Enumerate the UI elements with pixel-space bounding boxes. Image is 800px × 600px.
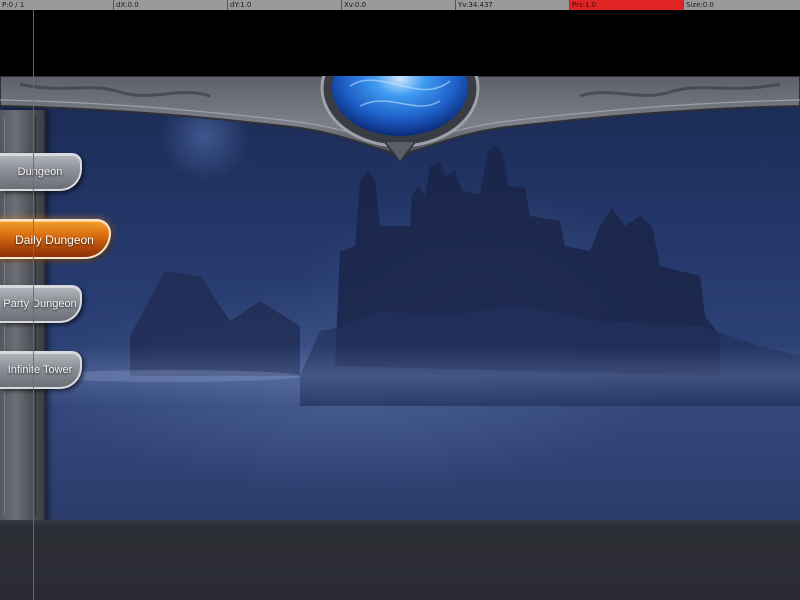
menu-tab-infinite-tower[interactable]: Infinite Tower bbox=[0, 351, 82, 389]
menu-tab-label: Dungeon bbox=[17, 166, 63, 178]
debug-delta-y: dY:1.0 bbox=[228, 0, 342, 10]
menu-tab-dungeon[interactable]: Dungeon bbox=[0, 153, 82, 191]
menu-tab-label: Infinite Tower bbox=[7, 364, 73, 376]
ornate-top-frame bbox=[0, 76, 800, 164]
bottom-panel bbox=[0, 520, 800, 600]
debug-pressure: Prs:1.0 bbox=[570, 0, 684, 10]
debug-pointer-count: P:0 / 1 bbox=[0, 0, 114, 10]
menu-tab-label: Daily Dungeon bbox=[15, 233, 94, 247]
debug-velocity-x: Xv:0.0 bbox=[342, 0, 456, 10]
debug-velocity-y: Yv:34.437 bbox=[456, 0, 570, 10]
menu-tab-label: Party Dungeon bbox=[3, 298, 77, 310]
debug-delta-x: dX:0.0 bbox=[114, 0, 228, 10]
touch-pointer-trace bbox=[33, 0, 34, 600]
menu-tab-party-dungeon[interactable]: Party Dungeon bbox=[0, 285, 82, 323]
game-screen: P:0 / 1 dX:0.0 dY:1.0 Xv:0.0 Yv:34.437 P… bbox=[0, 0, 800, 600]
pointer-debug-bar: P:0 / 1 dX:0.0 dY:1.0 Xv:0.0 Yv:34.437 P… bbox=[0, 0, 800, 10]
menu-tab-daily-dungeon[interactable]: Daily Dungeon bbox=[0, 219, 111, 259]
debug-size: Size:0.0 bbox=[686, 1, 714, 9]
